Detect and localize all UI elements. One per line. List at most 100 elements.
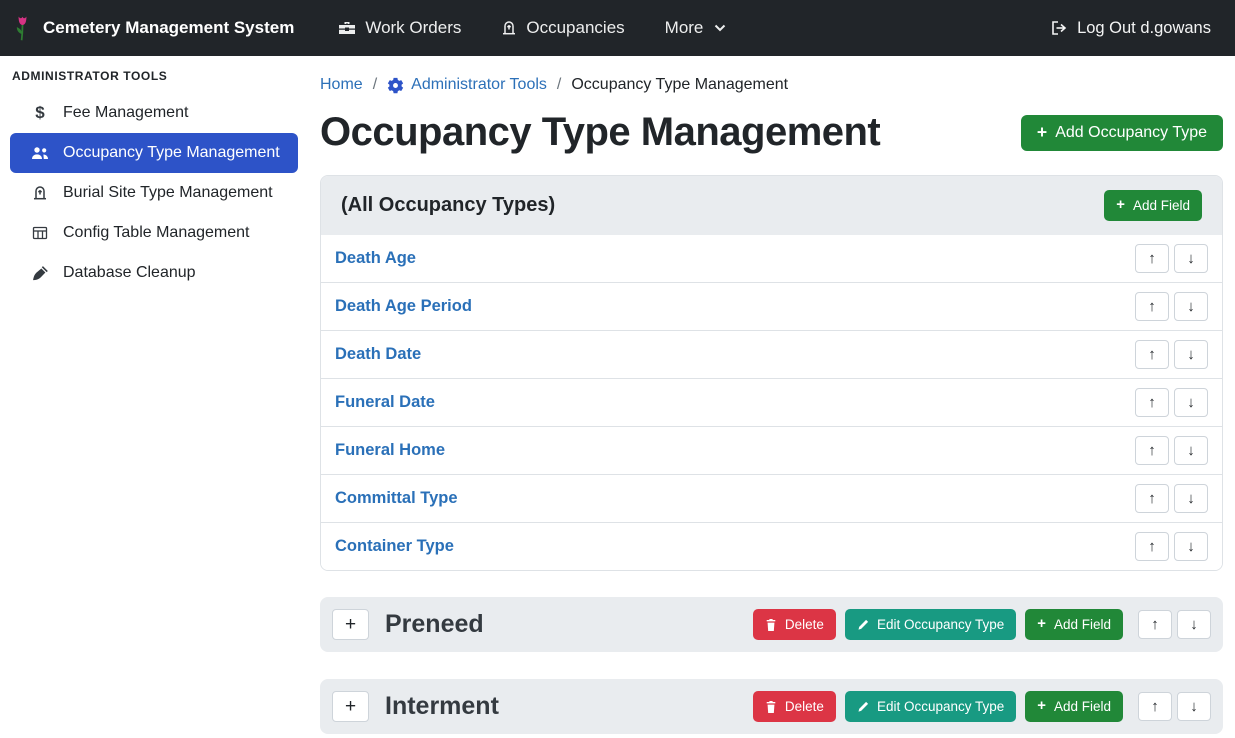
breadcrumb-admin-tools-label: Administrator Tools (411, 76, 547, 94)
main-content: Home / Administrator Tools / Occupancy T… (308, 56, 1235, 738)
reorder-controls: ↑ ↓ (1135, 244, 1208, 273)
occupancy-type-title: Interment (385, 692, 737, 721)
delete-button[interactable]: Delete (753, 691, 836, 722)
dollar-icon: $ (30, 103, 50, 123)
top-navbar: Cemetery Management System Work Orders (0, 0, 1235, 56)
reorder-controls: ↑ ↓ (1135, 436, 1208, 465)
reorder-controls: ↑ ↓ (1138, 610, 1211, 639)
move-down-button[interactable]: ↓ (1177, 610, 1211, 639)
field-link-death-age-period[interactable]: Death Age Period (335, 297, 472, 316)
toolbox-icon (338, 20, 356, 36)
sidebar-item-burial-site-type-management[interactable]: Burial Site Type Management (10, 173, 298, 213)
breadcrumb-separator: / (557, 76, 561, 94)
edit-occupancy-type-button[interactable]: Edit Occupancy Type (845, 691, 1016, 722)
title-row: Occupancy Type Management + Add Occupanc… (320, 110, 1223, 155)
broom-icon (30, 265, 50, 282)
field-row: Death Age Period ↑ ↓ (321, 282, 1222, 330)
expand-button[interactable]: + (332, 691, 369, 722)
edit-occupancy-type-label: Edit Occupancy Type (877, 699, 1004, 714)
edit-occupancy-type-label: Edit Occupancy Type (877, 617, 1004, 632)
nav-occupancies[interactable]: Occupancies (501, 18, 624, 38)
expand-button[interactable]: + (332, 609, 369, 640)
add-field-button[interactable]: + Add Field (1025, 609, 1123, 640)
sidebar-item-occupancy-type-management[interactable]: Occupancy Type Management (10, 133, 298, 173)
field-row: Death Age ↑ ↓ (321, 235, 1222, 282)
sidebar-item-fee-management[interactable]: $ Fee Management (10, 93, 298, 133)
breadcrumb-separator: / (373, 76, 377, 94)
delete-label: Delete (785, 617, 824, 632)
section-actions: Delete Edit Occupancy Type + Add Field ↑ (753, 691, 1211, 722)
move-down-button[interactable]: ↓ (1174, 484, 1208, 513)
reorder-controls: ↑ ↓ (1135, 532, 1208, 561)
breadcrumb-home-link[interactable]: Home (320, 76, 363, 94)
move-up-button[interactable]: ↑ (1135, 436, 1169, 465)
sidebar: ADMINISTRATOR TOOLS $ Fee Management Occ… (0, 56, 308, 738)
move-down-button[interactable]: ↓ (1174, 244, 1208, 273)
reorder-controls: ↑ ↓ (1138, 692, 1211, 721)
sidebar-heading: ADMINISTRATOR TOOLS (0, 69, 308, 93)
nav-more[interactable]: More (665, 18, 727, 38)
move-down-button[interactable]: ↓ (1174, 292, 1208, 321)
edit-occupancy-type-button[interactable]: Edit Occupancy Type (845, 609, 1016, 640)
plus-icon: + (1037, 699, 1046, 714)
all-occupancy-types-title: (All Occupancy Types) (341, 194, 555, 217)
add-field-button[interactable]: + Add Field (1104, 190, 1202, 221)
field-link-death-date[interactable]: Death Date (335, 345, 421, 364)
add-occupancy-type-button[interactable]: + Add Occupancy Type (1021, 115, 1223, 151)
plus-icon: + (1037, 124, 1047, 142)
chevron-down-icon (714, 24, 726, 32)
app-brand[interactable]: Cemetery Management System (12, 13, 294, 43)
field-link-death-age[interactable]: Death Age (335, 249, 416, 268)
reorder-controls: ↑ ↓ (1135, 388, 1208, 417)
field-link-committal-type[interactable]: Committal Type (335, 489, 458, 508)
occupancy-type-title: Preneed (385, 610, 737, 639)
reorder-controls: ↑ ↓ (1135, 340, 1208, 369)
pencil-icon (857, 619, 869, 631)
nav-work-orders[interactable]: Work Orders (338, 18, 461, 38)
headstone-icon (501, 20, 517, 36)
table-icon (30, 225, 50, 241)
move-up-button[interactable]: ↑ (1135, 292, 1169, 321)
nav-work-orders-label: Work Orders (365, 18, 461, 38)
move-down-button[interactable]: ↓ (1174, 436, 1208, 465)
sidebar-item-config-table-management[interactable]: Config Table Management (10, 213, 298, 253)
move-up-button[interactable]: ↑ (1135, 388, 1169, 417)
breadcrumb: Home / Administrator Tools / Occupancy T… (320, 76, 1223, 94)
field-link-container-type[interactable]: Container Type (335, 537, 454, 556)
app-title: Cemetery Management System (43, 18, 294, 38)
logout-icon (1050, 20, 1068, 36)
field-link-funeral-date[interactable]: Funeral Date (335, 393, 435, 412)
plus-icon: + (1116, 198, 1125, 213)
move-up-button[interactable]: ↑ (1138, 610, 1172, 639)
field-row: Committal Type ↑ ↓ (321, 474, 1222, 522)
trash-icon (765, 618, 777, 632)
field-link-funeral-home[interactable]: Funeral Home (335, 441, 445, 460)
sidebar-item-label: Burial Site Type Management (63, 184, 273, 202)
move-up-button[interactable]: ↑ (1135, 340, 1169, 369)
plus-icon: + (1037, 617, 1046, 632)
sidebar-item-label: Fee Management (63, 104, 188, 122)
delete-button[interactable]: Delete (753, 609, 836, 640)
flower-logo-icon (12, 13, 33, 43)
move-up-button[interactable]: ↑ (1135, 484, 1169, 513)
move-down-button[interactable]: ↓ (1177, 692, 1211, 721)
sidebar-item-label: Config Table Management (63, 224, 250, 242)
breadcrumb-admin-tools-link[interactable]: Administrator Tools (387, 76, 547, 94)
sidebar-item-database-cleanup[interactable]: Database Cleanup (10, 253, 298, 293)
add-field-label: Add Field (1133, 198, 1190, 213)
add-field-button[interactable]: + Add Field (1025, 691, 1123, 722)
move-down-button[interactable]: ↓ (1174, 532, 1208, 561)
move-up-button[interactable]: ↑ (1138, 692, 1172, 721)
field-row: Funeral Home ↑ ↓ (321, 426, 1222, 474)
move-down-button[interactable]: ↓ (1174, 340, 1208, 369)
add-occupancy-type-label: Add Occupancy Type (1055, 124, 1207, 142)
move-up-button[interactable]: ↑ (1135, 532, 1169, 561)
occupancy-type-section-preneed: + Preneed Delete (320, 597, 1223, 652)
reorder-controls: ↑ ↓ (1135, 292, 1208, 321)
gear-icon (387, 77, 404, 94)
logout-button[interactable]: Log Out d.gowans (1050, 19, 1211, 38)
move-up-button[interactable]: ↑ (1135, 244, 1169, 273)
move-down-button[interactable]: ↓ (1174, 388, 1208, 417)
sidebar-item-label: Database Cleanup (63, 264, 196, 282)
logout-label: Log Out d.gowans (1077, 19, 1211, 38)
